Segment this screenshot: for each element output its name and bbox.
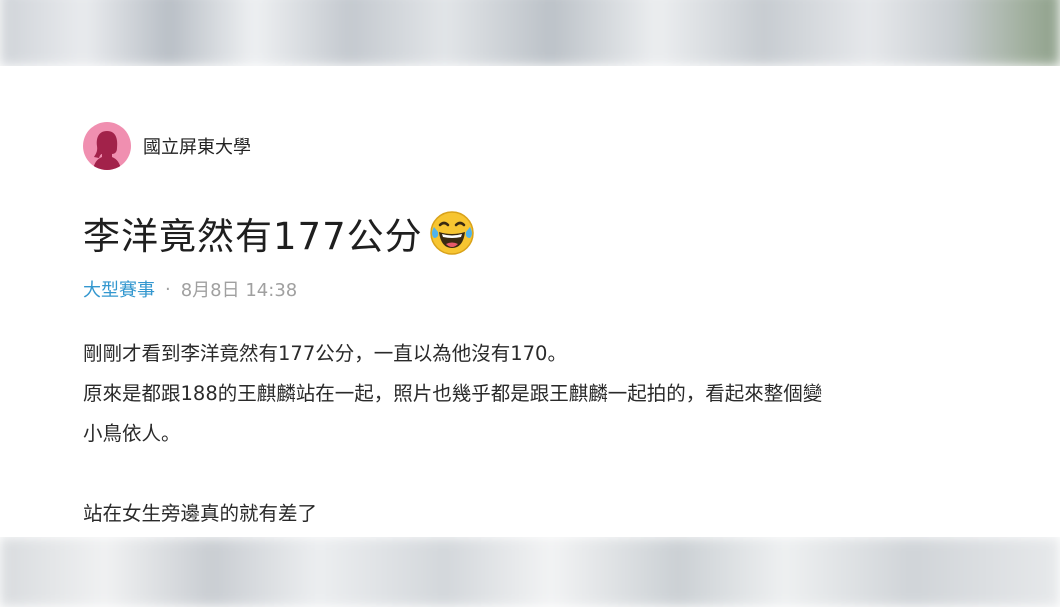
post-card: 國立屏東大學 李洋竟然有177公分 大型賽事 · 8月8日 14:38 剛剛才看…	[0, 66, 1060, 537]
author-name[interactable]: 國立屏東大學	[143, 133, 251, 159]
author-info[interactable]: 國立屏東大學	[83, 122, 251, 170]
blurred-background-top	[0, 0, 1060, 66]
avatar[interactable]	[83, 122, 131, 170]
post-date: 8月8日 14:38	[180, 280, 298, 301]
meta-separator: ·	[165, 278, 171, 300]
blurred-background-bottom	[0, 537, 1060, 607]
body-line: 小鳥依人。	[83, 422, 181, 445]
tears-of-joy-emoji-icon	[429, 210, 475, 256]
category-link[interactable]: 大型賽事	[83, 276, 155, 302]
female-avatar-icon	[93, 131, 121, 170]
post-meta: 大型賽事 · 8月8日 14:38	[83, 276, 297, 302]
post-body: 剛剛才看到李洋竟然有177公分，一直以為他沒有170。 原來是都跟188的王麒麟…	[83, 334, 983, 534]
post-title: 李洋竟然有177公分	[83, 206, 475, 260]
body-line: 剛剛才看到李洋竟然有177公分，一直以為他沒有170。	[83, 342, 567, 365]
post-title-text: 李洋竟然有177公分	[83, 215, 423, 258]
body-line: 原來是都跟188的王麒麟站在一起，照片也幾乎都是跟王麒麟一起拍的，看起來整個變	[83, 382, 823, 405]
body-line: 站在女生旁邊真的就有差了	[83, 502, 318, 525]
